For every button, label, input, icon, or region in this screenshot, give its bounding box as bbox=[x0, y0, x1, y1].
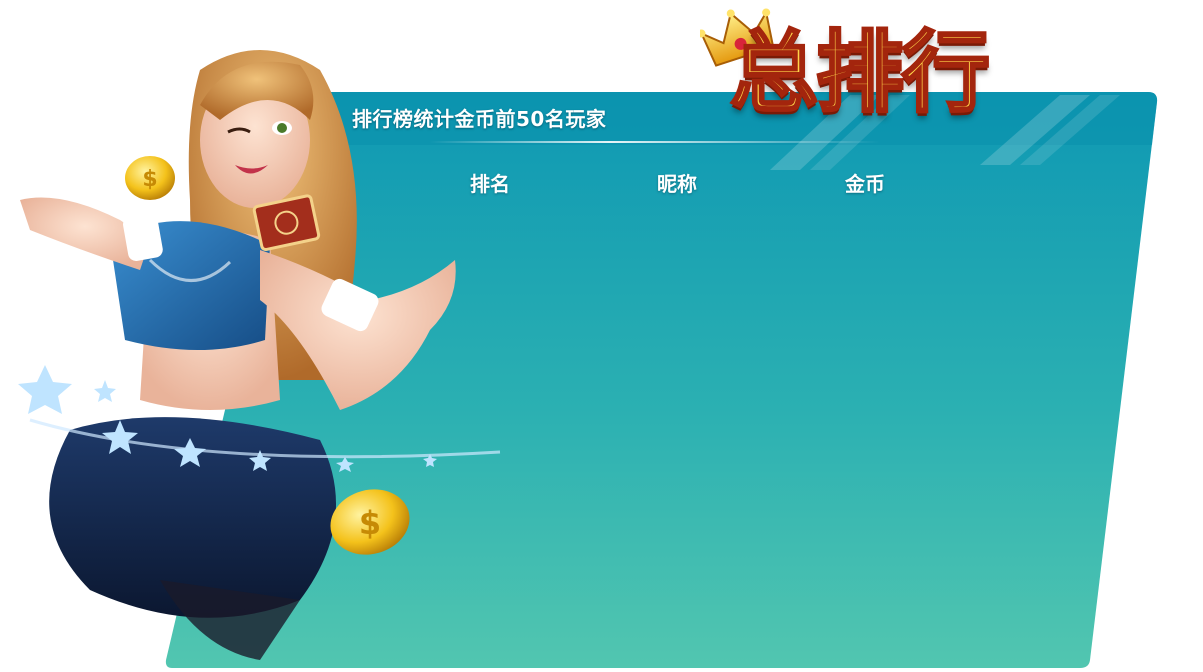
column-header-coins: 金币 bbox=[845, 172, 885, 196]
leaderboard-title: 总排行 bbox=[700, 2, 1040, 142]
column-header-rank: 排名 bbox=[470, 172, 510, 196]
leaderboard-subtitle: 排行榜统计金币前50名玩家 bbox=[352, 107, 607, 131]
svg-text:$: $ bbox=[142, 167, 157, 192]
column-header-nickname: 昵称 bbox=[657, 172, 697, 196]
svg-text:$: $ bbox=[359, 504, 381, 542]
leaderboard-title-text: 总排行 bbox=[728, 20, 991, 124]
leaderboard-screen: $ $ 总排行 排行榜统计金币前50名玩家 排名 昵称 金币 bbox=[0, 0, 1203, 672]
ranking-list[interactable] bbox=[420, 205, 1080, 645]
